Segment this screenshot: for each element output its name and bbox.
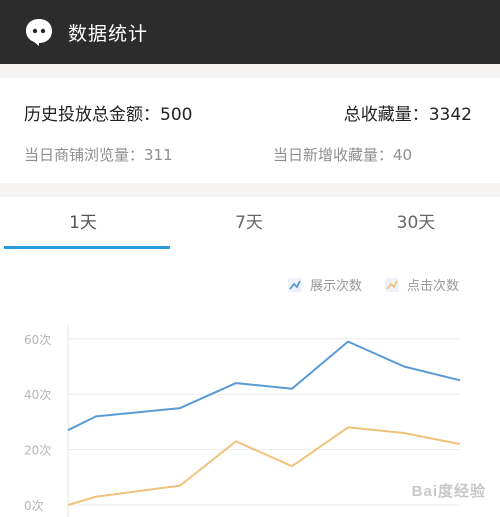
legend-label: 展示次数	[310, 278, 362, 294]
series-line	[67, 426, 461, 506]
tab-1-day[interactable]: 1天	[0, 197, 166, 249]
line-chart: 展示次数 点击次数 0次 20次 40次 60次	[24, 278, 461, 517]
legend-label: 点击次数	[407, 278, 459, 294]
page-title: 数据统计	[68, 22, 149, 45]
y-tick-label: 40次	[24, 388, 51, 402]
shop-views-today-stat: 当日商铺浏览量：311	[24, 146, 173, 164]
tab-30-days[interactable]: 30天	[332, 197, 500, 249]
series-line	[67, 340, 461, 432]
y-tick-label: 20次	[24, 444, 51, 458]
stats-panel: 历史投放总金额：500 总收藏量：3342 当日商铺浏览量：311 当日新增收藏…	[0, 78, 500, 183]
app-header: 数据统计	[0, 0, 500, 64]
total-spend-stat: 历史投放总金额：500	[24, 105, 193, 125]
new-favorites-today-stat: 当日新增收藏量：40	[273, 146, 413, 164]
active-tab-indicator	[4, 246, 170, 249]
total-favorites-stat: 总收藏量：3342	[343, 105, 472, 125]
tab-7-days[interactable]: 7天	[166, 197, 332, 249]
y-tick-label: 60次	[24, 333, 51, 347]
watermark: Bai度经验	[411, 483, 486, 500]
y-tick-label: 0次	[24, 499, 44, 513]
chat-bubble-icon	[26, 19, 52, 46]
